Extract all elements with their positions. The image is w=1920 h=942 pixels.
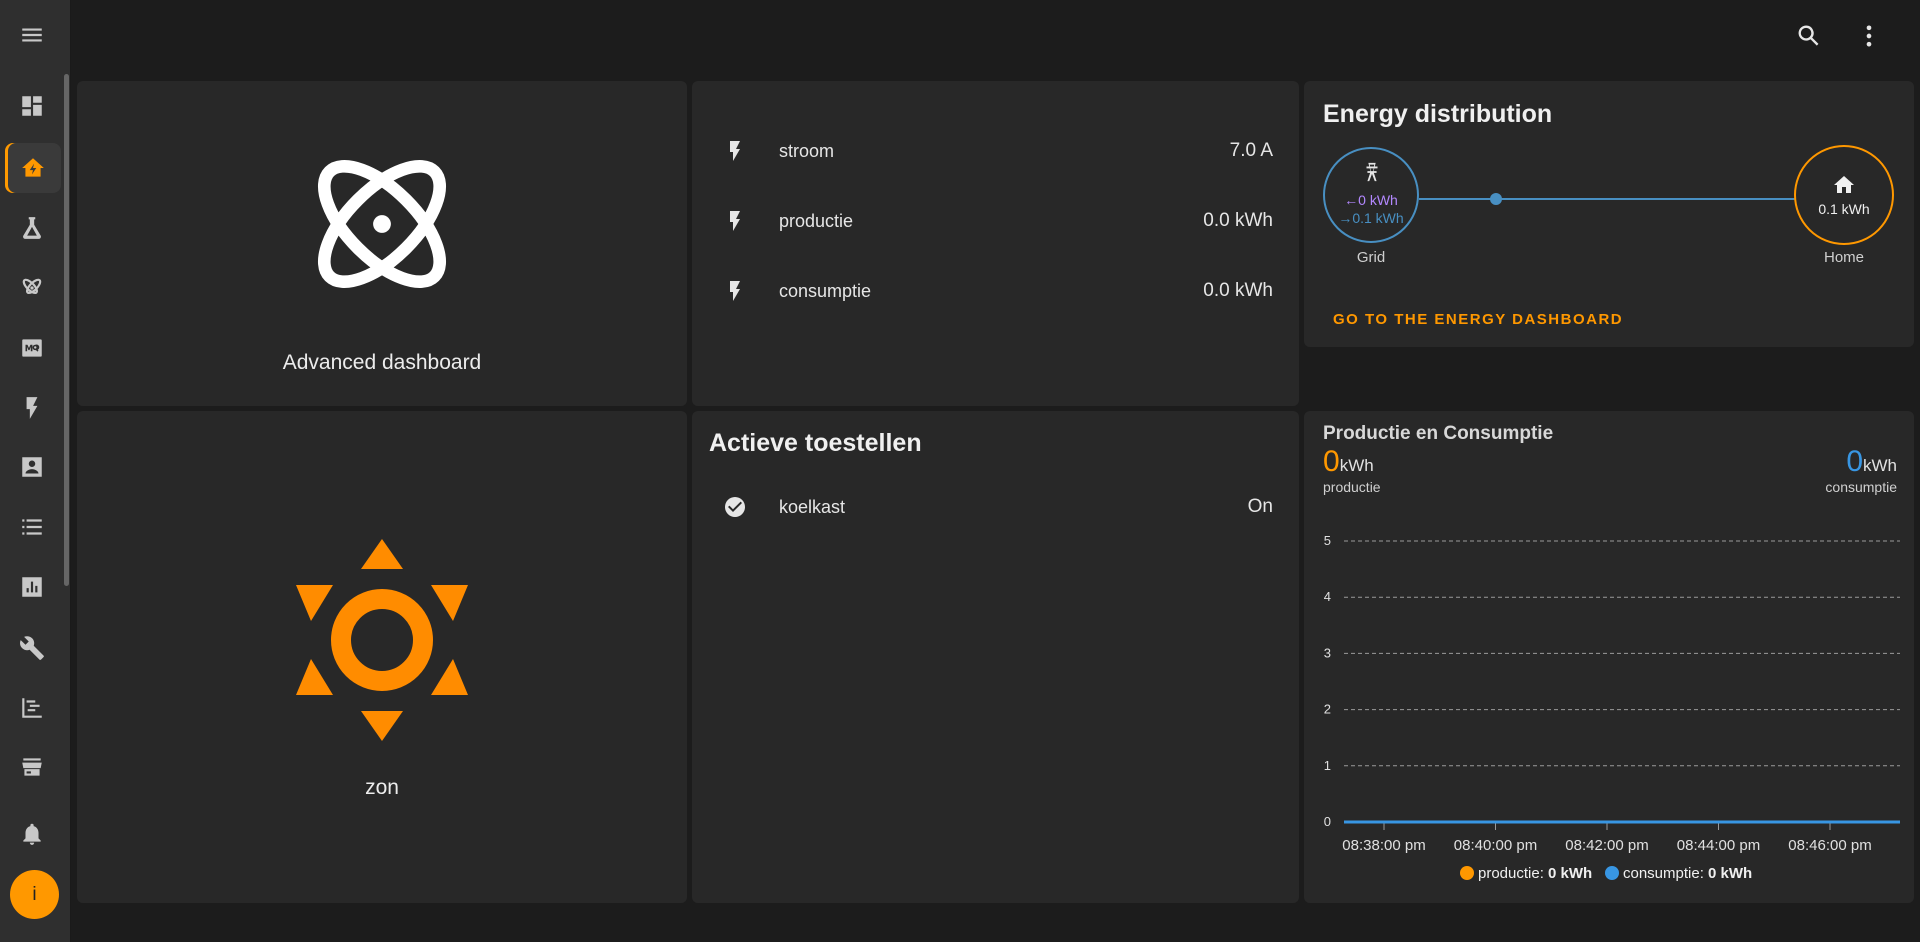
- entity-name: stroom: [779, 140, 835, 161]
- actieve-toestellen-card: Actieve toestellen koelkast On: [692, 411, 1299, 903]
- grid-out-value: 0.1 kWh: [1352, 210, 1404, 226]
- dots-vertical-icon: [1866, 25, 1872, 47]
- sidebar-item-logbook[interactable]: [0, 503, 64, 551]
- entity-value: 0.0 kWh: [1203, 280, 1273, 301]
- grid-in-value: 0 kWh: [1358, 192, 1398, 208]
- transmission-tower-icon: [1366, 162, 1378, 182]
- advanced-dashboard-card[interactable]: Advanced dashboard: [77, 81, 687, 406]
- sidebar-item-energy[interactable]: [0, 384, 64, 432]
- flow-dot: [1490, 193, 1502, 205]
- entity-row-koelkast[interactable]: koelkast On: [692, 487, 1299, 527]
- dashboard-icon: [22, 96, 42, 116]
- productie-consumptie-card: Productie en Consumptie 0kWh productie 0…: [1304, 411, 1914, 903]
- sidebar-item-lab[interactable]: [0, 204, 64, 252]
- y-tick-label: 4: [1324, 589, 1331, 604]
- x-tick-label: 08:40:00 pm: [1454, 837, 1537, 854]
- entity-name: productie: [779, 210, 854, 231]
- y-tick-label: 5: [1324, 533, 1331, 548]
- grid-home-flow-line: [1419, 198, 1796, 200]
- advanced-dashboard-label: Advanced dashboard: [282, 351, 482, 374]
- flash-icon: [26, 397, 38, 419]
- card-title: Energy distribution: [1323, 100, 1553, 128]
- legend-marker-consumptie: [1605, 866, 1619, 880]
- search-icon: [1798, 25, 1819, 46]
- sidebar-item-notifications[interactable]: [0, 810, 64, 858]
- home-node[interactable]: 0.1 kWh: [1794, 145, 1894, 245]
- sidebar-item-advanced[interactable]: [0, 264, 64, 312]
- legend-label-consumptie: consumptie: 0 kWh: [1623, 865, 1752, 882]
- sidebar-scrollbar[interactable]: [64, 74, 69, 586]
- grid-node[interactable]: ←0 kWh →0.1 kWh: [1323, 147, 1419, 243]
- x-tick-label: 08:42:00 pm: [1565, 837, 1648, 854]
- flask-icon: [23, 217, 41, 239]
- entity-row-productie[interactable]: productie 0.0 kWh: [692, 201, 1299, 241]
- timeline-icon: [22, 698, 42, 718]
- chart-box-icon: [22, 577, 42, 597]
- sidebar: i: [0, 0, 71, 942]
- hamburger-menu-icon: [22, 28, 42, 42]
- overflow-menu-button[interactable]: [1849, 16, 1889, 56]
- sidebar-item-addon[interactable]: [0, 684, 64, 732]
- legend-label-productie: productie: 0 kWh: [1478, 865, 1592, 882]
- entity-name: consumptie: [779, 280, 872, 301]
- flash-icon: [722, 208, 748, 234]
- energy-distribution-card: Energy distribution ←0 kWh →0.1 kWh Grid…: [1304, 81, 1914, 347]
- home-value: 0.1 kWh: [1818, 201, 1870, 217]
- entity-value: 7.0 A: [1229, 140, 1273, 161]
- sidebar-item-people[interactable]: [0, 443, 64, 491]
- x-tick-label: 08:46:00 pm: [1788, 837, 1871, 854]
- entity-value: On: [1247, 496, 1273, 517]
- y-tick-label: 1: [1324, 758, 1331, 773]
- sun-icon: [296, 539, 468, 741]
- top-bar: [71, 0, 1920, 74]
- sidebar-item-store[interactable]: [0, 743, 64, 791]
- arrow-left-icon: ←: [1344, 192, 1359, 208]
- x-tick-label: 08:38:00 pm: [1342, 837, 1425, 854]
- entity-row-consumptie[interactable]: consumptie 0.0 kWh: [692, 271, 1299, 311]
- card-title: Actieve toestellen: [709, 429, 922, 457]
- home-label: Home: [1823, 249, 1864, 266]
- arrow-right-icon: →: [1338, 210, 1353, 226]
- y-tick-label: 0: [1324, 814, 1331, 829]
- mq-icon: [22, 339, 42, 357]
- check-circle-icon: [722, 494, 748, 520]
- home-icon: [1834, 176, 1854, 193]
- y-tick-label: 3: [1324, 645, 1331, 660]
- list-icon: [22, 519, 42, 535]
- sidebar-item-overview[interactable]: [0, 82, 64, 130]
- menu-toggle-button[interactable]: [0, 11, 64, 59]
- entity-value: 0.0 kWh: [1203, 210, 1273, 231]
- sidebar-item-home[interactable]: [5, 143, 61, 193]
- atom-icon: [22, 278, 42, 295]
- wrench-icon: [20, 636, 44, 660]
- energy-dashboard-link[interactable]: GO TO THE ENERGY DASHBOARD: [1333, 311, 1623, 328]
- legend-marker-productie: [1460, 866, 1474, 880]
- entity-row-stroom[interactable]: stroom 7.0 A: [692, 131, 1299, 171]
- zon-card[interactable]: zon: [77, 411, 687, 903]
- atom-icon: [317, 159, 447, 289]
- store-icon: [22, 758, 42, 776]
- user-avatar[interactable]: i: [10, 870, 59, 919]
- y-tick-label: 2: [1324, 702, 1331, 717]
- grid-label: Grid: [1356, 249, 1386, 266]
- line-chart: 0 1 2 3 4 5 08:38:00 pm 08:40:00 pm 08:42:00 pm 0…: [1324, 533, 1900, 882]
- account-box-icon: [22, 457, 42, 477]
- search-button[interactable]: [1789, 16, 1829, 56]
- zon-label: zon: [365, 776, 399, 799]
- flash-icon: [722, 138, 748, 164]
- sidebar-item-history[interactable]: [0, 563, 64, 611]
- entities-card: stroom 7.0 A productie 0.0 kWh consumpti…: [692, 81, 1299, 406]
- flash-icon: [722, 278, 748, 304]
- x-tick-label: 08:44:00 pm: [1677, 837, 1760, 854]
- bell-icon: [23, 823, 41, 845]
- sidebar-item-mqtt[interactable]: [0, 324, 64, 372]
- sidebar-item-developer-tools[interactable]: [0, 624, 64, 672]
- home-bolt-icon: [22, 158, 44, 177]
- entity-name: koelkast: [779, 496, 846, 517]
